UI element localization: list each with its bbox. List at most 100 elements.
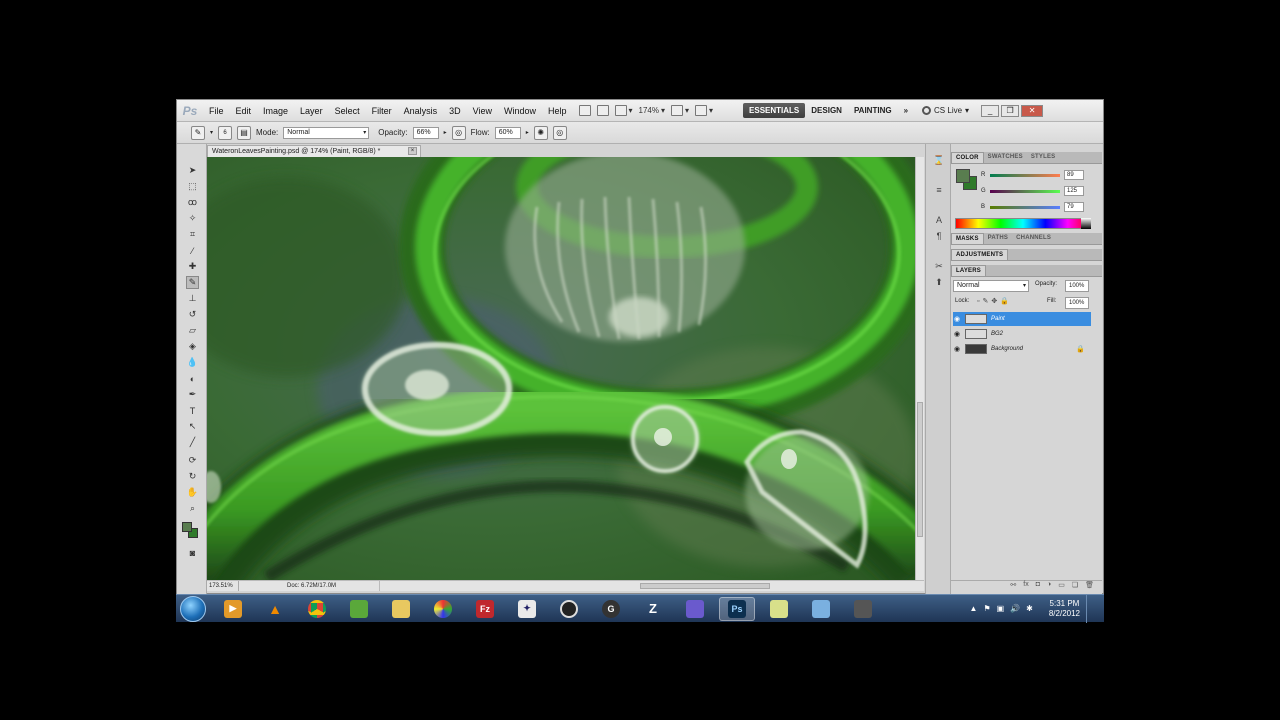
eye-icon[interactable]: ◉ [953,330,961,338]
minibridge-button[interactable] [596,105,609,116]
paint-bucket-tool-icon[interactable]: ◈ [186,340,199,353]
quick-mask-icon[interactable]: ◙ [186,546,199,559]
adjustment-layer-icon[interactable]: ◑ [1047,581,1051,592]
color-spectrum-ramp[interactable] [955,218,1091,229]
menu-filter[interactable]: Filter [366,106,398,116]
start-button[interactable] [180,595,206,622]
tab-adjustments[interactable]: ADJUSTMENTS [951,249,1009,260]
foreground-color-swatch[interactable] [182,522,192,532]
menu-select[interactable]: Select [329,106,366,116]
hand-tool-icon[interactable]: ✋ [186,486,199,499]
dodge-tool-icon[interactable]: ◐ [186,372,199,385]
taskbar-media-player[interactable]: ▶ [215,597,251,621]
menu-file[interactable]: File [203,106,230,116]
menu-edit[interactable]: Edit [230,106,258,116]
opacity-field[interactable]: 66% [412,126,439,139]
layer-blend-mode-select[interactable]: Normal ▾ [953,280,1029,292]
bluetooth-icon[interactable]: ✱ [1026,604,1033,613]
bridge-button[interactable] [578,105,591,116]
layer-row-background[interactable]: ◉ Background 🔒 [953,342,1091,356]
show-desktop-button[interactable] [1086,594,1096,623]
taskbar-photoshop[interactable]: Ps [719,596,755,621]
show-hidden-icons[interactable]: ▲ [970,604,978,613]
minimize-button[interactable]: _ [981,104,1000,117]
menu-view[interactable]: View [467,106,498,116]
type-tool-icon[interactable]: T [186,404,199,417]
cs-live-button[interactable]: CS Live ▾ [922,106,969,115]
taskbar-app-8[interactable]: ✦ [509,597,545,621]
eraser-tool-icon[interactable]: ▱ [186,324,199,337]
flow-field[interactable]: 60% [494,126,521,139]
tab-channels[interactable]: CHANNELS [1012,233,1055,244]
tab-layers[interactable]: LAYERS [951,265,986,276]
volume-icon[interactable]: 🔊 [1010,604,1020,613]
brush-tool-preset-icon[interactable]: ✎ [191,125,205,140]
tool-presets-icon[interactable]: ✂ [933,260,945,272]
healing-brush-tool-icon[interactable]: ✚ [186,260,199,273]
vertical-scroll-thumb[interactable] [917,402,923,537]
horizontal-scrollbar[interactable] [379,581,924,591]
crop-tool-icon[interactable]: ⌗ [186,228,199,241]
eyedropper-tool-icon[interactable]: ⁄ [186,244,199,257]
action-center-icon[interactable]: ⚑ [983,604,990,613]
brush-panel-toggle-icon[interactable]: ▤ [237,125,252,140]
quick-select-tool-icon[interactable]: ✧ [186,212,199,225]
blue-value[interactable]: 79 [1064,202,1084,212]
3d-orbit-tool-icon[interactable]: ↻ [186,470,199,483]
taskbar-chrome[interactable] [299,597,335,621]
clone-source-icon[interactable]: ⬆ [933,276,945,288]
taskbar-green-app[interactable] [341,597,377,621]
close-document-icon[interactable]: × [408,147,417,155]
red-value[interactable]: 89 [1064,170,1084,180]
horizontal-scroll-thumb[interactable] [640,583,770,589]
mode-select[interactable]: Normal ▾ [283,126,370,139]
taskbar-filezilla[interactable]: Fz [467,597,503,621]
opacity-slider-toggle[interactable]: ▸ [444,129,447,136]
airbrush-icon[interactable]: ✺ [533,125,548,140]
menu-3d[interactable]: 3D [443,106,467,116]
flow-slider-toggle[interactable]: ▸ [526,129,529,136]
taskbar-vlc[interactable]: ▲ [257,597,293,621]
3d-rotate-tool-icon[interactable]: ⟳ [186,454,199,467]
menu-image[interactable]: Image [257,106,294,116]
layer-row-bg2[interactable]: ◉ BG2 [953,327,1091,341]
status-zoom[interactable]: 173.51% [207,581,239,591]
taskbar-sticky-notes[interactable] [761,597,797,621]
clock[interactable]: 5:31 PM 8/2/2012 [1049,599,1080,619]
taskbar-picture-viewer[interactable] [803,597,839,621]
history-brush-tool-icon[interactable]: ↺ [186,308,199,321]
delete-layer-icon[interactable]: 🗑 [1085,581,1094,592]
menu-analysis[interactable]: Analysis [398,106,444,116]
character-panel-icon[interactable]: A [933,214,945,226]
eye-icon[interactable]: ◉ [953,315,961,323]
color-foreground-swatch[interactable] [956,169,970,183]
lock-icons[interactable]: ▫✎✥🔒 [977,297,1012,305]
zoom-tool-icon[interactable]: ⌕ [186,502,199,515]
path-selection-tool-icon[interactable]: ↖ [186,420,199,433]
painting-canvas[interactable] [207,157,915,580]
close-button[interactable]: ✕ [1021,104,1044,117]
screen-mode-button[interactable]: ▾ [695,105,713,116]
history-panel-icon[interactable]: ⌛ [933,154,945,166]
lasso-tool-icon[interactable]: ꝏ [186,196,199,209]
taskbar-color-app[interactable] [425,597,461,621]
new-group-icon[interactable]: ▭ [1058,581,1065,592]
tab-styles[interactable]: STYLES [1027,152,1060,163]
blur-tool-icon[interactable]: 💧 [186,356,199,369]
workspace-painting[interactable]: PAINTING [848,103,898,118]
tab-swatches[interactable]: SWATCHES [984,152,1027,163]
taskbar-app-16[interactable] [845,597,881,621]
restore-button[interactable]: ❐ [1001,104,1020,117]
workspace-essentials[interactable]: ESSENTIALS [743,103,806,118]
pen-tool-icon[interactable]: ✒ [186,388,199,401]
red-slider[interactable] [990,173,1060,177]
tab-color[interactable]: COLOR [951,152,984,163]
menu-window[interactable]: Window [498,106,542,116]
document-tab[interactable]: WateronLeavesPainting.psd @ 174% (Paint,… [207,145,421,157]
paragraph-panel-icon[interactable]: ¶ [933,230,945,242]
tablet-size-icon[interactable]: ◎ [552,125,567,140]
zoom-level-dropdown[interactable]: 174% ▾ [639,106,665,115]
network-icon[interactable]: ▣ [997,604,1005,613]
menu-help[interactable]: Help [542,106,573,116]
view-extras-button[interactable]: ▾ [614,105,633,116]
